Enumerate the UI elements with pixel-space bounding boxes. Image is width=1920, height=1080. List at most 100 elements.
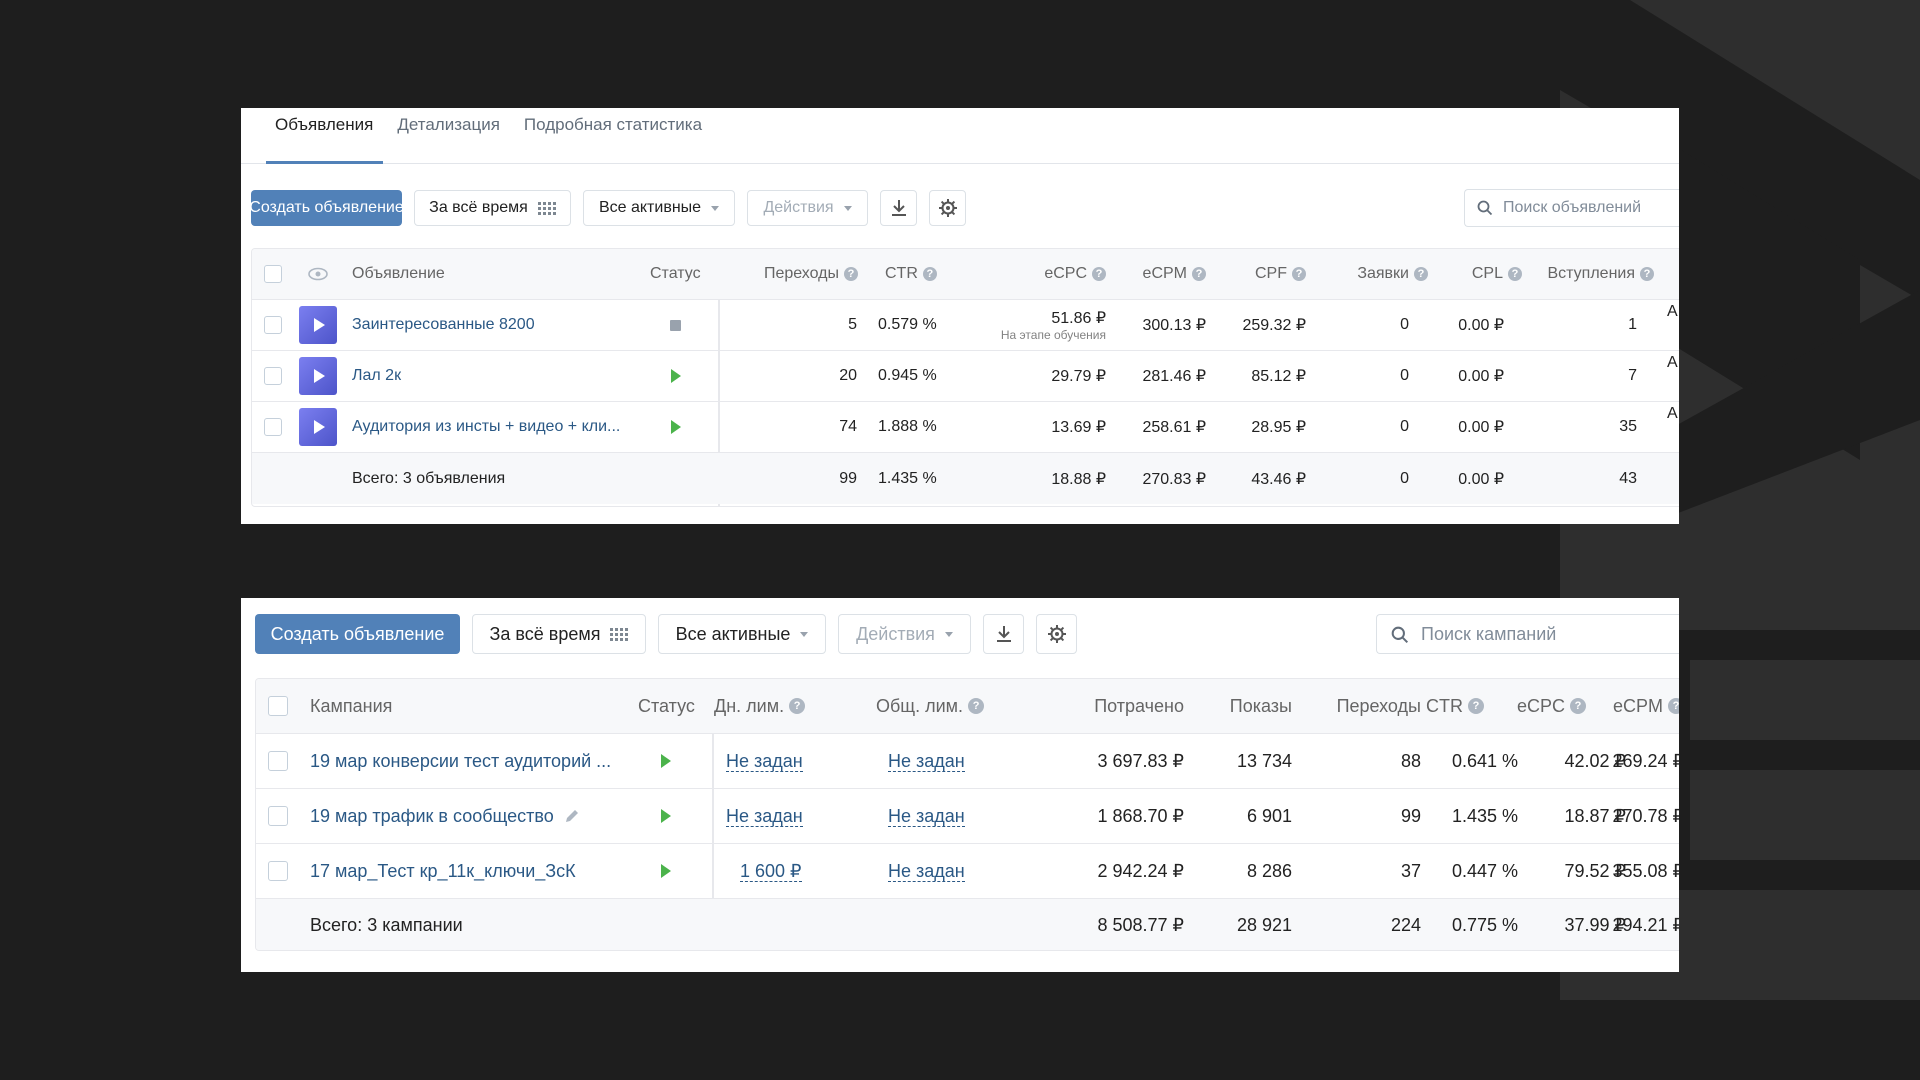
tab-details[interactable]: Детализация bbox=[397, 108, 510, 163]
cpl-value: 0.00 ₽ bbox=[1458, 317, 1504, 334]
ad-name-link[interactable]: Заинтересованные 8200 bbox=[352, 300, 535, 350]
status-active-icon bbox=[671, 402, 681, 452]
actions-dropdown[interactable]: Действия bbox=[747, 190, 868, 226]
col-total-limit[interactable]: Общ. лим.? bbox=[876, 679, 985, 733]
ad-thumbnail bbox=[299, 300, 337, 350]
campaigns-search-input[interactable]: Поиск кампаний bbox=[1376, 614, 1679, 654]
col-ecpc[interactable]: eCPC? bbox=[1486, 679, 1586, 733]
total-clicks: 99 bbox=[839, 469, 857, 487]
table-row[interactable]: Заинтересованные 8200 5 0.579 % 51.86 ₽ … bbox=[252, 299, 1679, 350]
ads-toolbar: Создать объявление За всё время Все акти… bbox=[249, 190, 978, 226]
help-icon[interactable]: ? bbox=[1292, 267, 1306, 281]
leads-value: 0 bbox=[1400, 367, 1409, 384]
table-total-row: Всего: 3 кампании 8 508.77 ₽ 28 921 224 … bbox=[256, 898, 1679, 950]
impressions-value: 6 901 bbox=[1246, 805, 1292, 826]
create-ad-button[interactable]: Создать объявление bbox=[249, 190, 404, 226]
help-icon[interactable]: ? bbox=[1640, 267, 1654, 281]
help-icon[interactable]: ? bbox=[1092, 267, 1106, 281]
total-limit-link[interactable]: Не задан bbox=[888, 734, 965, 788]
tab-statistics[interactable]: Подробная статистика bbox=[524, 108, 712, 163]
total-limit-link[interactable]: Не задан bbox=[888, 844, 965, 898]
clicks-value: 37 bbox=[1400, 860, 1421, 881]
period-select[interactable]: За всё время bbox=[414, 190, 571, 226]
col-spent[interactable]: Потрачено bbox=[1046, 679, 1184, 733]
col-cpf[interactable]: CPF? bbox=[1222, 249, 1306, 299]
select-all-checkbox[interactable] bbox=[268, 679, 288, 733]
actions-dropdown[interactable]: Действия bbox=[838, 614, 971, 654]
campaign-name-link[interactable]: 17 мар_Тест кр_11к_ключи_ЗсК bbox=[310, 844, 576, 898]
help-icon[interactable]: ? bbox=[1570, 698, 1586, 714]
col-ctr[interactable]: CTR? bbox=[885, 249, 937, 299]
total-ecpc: 18.88 ₽ bbox=[1051, 470, 1106, 488]
help-icon[interactable]: ? bbox=[1668, 698, 1679, 714]
col-clicks[interactable]: Переходы? bbox=[742, 249, 858, 299]
day-limit-link[interactable]: Не задан bbox=[726, 789, 803, 843]
col-cpl[interactable]: CPL? bbox=[1442, 249, 1522, 299]
col-ad[interactable]: Объявление bbox=[352, 249, 445, 299]
day-limit-link[interactable]: Не задан bbox=[726, 734, 803, 788]
play-icon bbox=[314, 420, 325, 434]
download-button[interactable] bbox=[880, 190, 917, 226]
col-day-limit[interactable]: Дн. лим.? bbox=[714, 679, 806, 733]
ecpm-value: 300.13 ₽ bbox=[1142, 317, 1206, 334]
help-icon[interactable]: ? bbox=[968, 698, 985, 714]
joins-value: 35 bbox=[1619, 418, 1637, 435]
col-status[interactable]: Статус bbox=[650, 249, 701, 299]
help-icon[interactable]: ? bbox=[1414, 267, 1428, 281]
total-limit-link[interactable]: Не задан bbox=[888, 789, 965, 843]
table-row[interactable]: 17 мар_Тест кр_11к_ключи_ЗсК 1 600 ₽ Не … bbox=[256, 843, 1679, 898]
table-row[interactable]: 19 мар конверсии тест аудиторий ... Не з… bbox=[256, 733, 1679, 788]
row-checkbox[interactable] bbox=[268, 844, 288, 898]
ecpm-value: 355.08 ₽ bbox=[1612, 860, 1679, 881]
ads-table: Объявление Статус Переходы? CTR? eCPC? e… bbox=[251, 248, 1679, 507]
col-ecpc[interactable]: eCPC? bbox=[1022, 249, 1106, 299]
table-row[interactable]: 19 мар трафик в сообщество Не задан Не з… bbox=[256, 788, 1679, 843]
calendar-grid-icon bbox=[537, 201, 556, 215]
select-all-checkbox[interactable] bbox=[264, 249, 282, 299]
campaign-name-link[interactable]: 19 мар трафик в сообщество bbox=[310, 789, 554, 843]
col-leads[interactable]: Заявки? bbox=[1322, 249, 1428, 299]
create-ad-button[interactable]: Создать объявление bbox=[255, 614, 460, 654]
gear-icon bbox=[938, 199, 957, 217]
ads-search-input[interactable]: Поиск объявлений bbox=[1464, 189, 1679, 227]
row-checkbox[interactable] bbox=[264, 300, 282, 350]
table-row[interactable]: Аудитория из инсты + видео + кли... 74 1… bbox=[252, 401, 1679, 452]
campaign-name-link[interactable]: 19 мар конверсии тест аудиторий ... bbox=[310, 734, 611, 788]
col-ecpm[interactable]: eCPM? bbox=[1122, 249, 1206, 299]
status-filter-select[interactable]: Все активные bbox=[658, 614, 826, 654]
total-impressions: 28 921 bbox=[1236, 915, 1292, 935]
leads-value: 0 bbox=[1400, 316, 1409, 333]
tab-ads[interactable]: Объявления bbox=[265, 108, 384, 164]
edit-button[interactable] bbox=[564, 789, 580, 843]
help-icon[interactable]: ? bbox=[844, 267, 858, 281]
row-checkbox[interactable] bbox=[268, 789, 288, 843]
help-icon[interactable]: ? bbox=[1468, 698, 1484, 714]
ctr-value: 0.945 % bbox=[878, 367, 937, 384]
row-checkbox[interactable] bbox=[268, 734, 288, 788]
ad-name-link[interactable]: Лал 2к bbox=[352, 351, 401, 401]
col-impressions[interactable]: Показы bbox=[1196, 679, 1292, 733]
col-ecpm[interactable]: eCPM? bbox=[1586, 679, 1679, 733]
col-joins[interactable]: Вступления? bbox=[1542, 249, 1654, 299]
status-filter-select[interactable]: Все активные bbox=[583, 190, 735, 226]
row-checkbox[interactable] bbox=[264, 402, 282, 452]
gear-icon bbox=[1047, 625, 1066, 643]
ad-name-link[interactable]: Аудитория из инсты + видео + кли... bbox=[352, 402, 620, 452]
help-icon[interactable]: ? bbox=[789, 698, 806, 714]
ctr-value: 1.435 % bbox=[1451, 805, 1518, 826]
settings-button[interactable] bbox=[929, 190, 966, 226]
help-icon[interactable]: ? bbox=[1192, 267, 1206, 281]
day-limit-link[interactable]: 1 600 ₽ bbox=[740, 844, 802, 898]
filter-label: Все активные bbox=[598, 199, 702, 216]
period-select[interactable]: За всё время bbox=[472, 614, 646, 654]
col-ctr[interactable]: CTR? bbox=[1384, 679, 1484, 733]
download-button[interactable] bbox=[983, 614, 1024, 654]
row-checkbox[interactable] bbox=[264, 351, 282, 401]
help-icon[interactable]: ? bbox=[922, 267, 937, 281]
col-campaign[interactable]: Кампания bbox=[310, 679, 392, 733]
actions-label: Действия bbox=[856, 623, 935, 644]
settings-button[interactable] bbox=[1036, 614, 1077, 654]
help-icon[interactable]: ? bbox=[1508, 267, 1522, 281]
col-status[interactable]: Статус bbox=[638, 679, 695, 733]
table-row[interactable]: Лал 2к 20 0.945 % 29.79 ₽ 281.46 ₽ 85.12… bbox=[252, 350, 1679, 401]
